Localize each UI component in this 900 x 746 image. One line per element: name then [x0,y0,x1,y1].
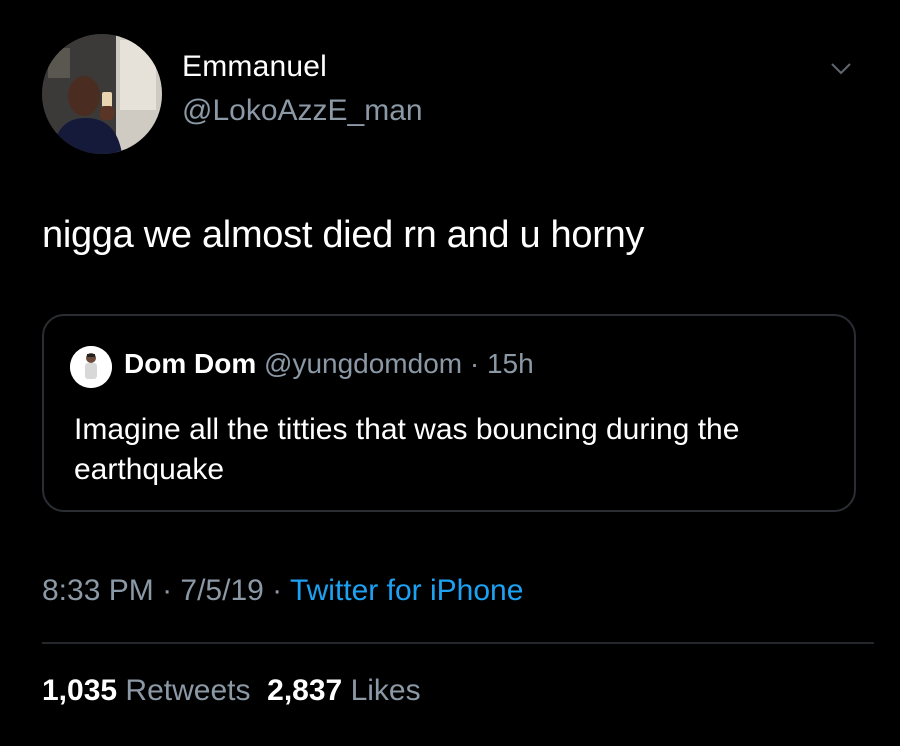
tweet-meta: 8:33 PM · 7/5/19 · Twitter for iPhone [42,574,523,608]
quoted-author-name[interactable]: Dom Dom [124,348,256,379]
quoted-tweet-card[interactable]: Dom Dom @yungdomdom · 15h Imagine all th… [42,314,856,512]
quoted-author-avatar[interactable] [70,346,112,388]
likes-count: 2,837 [267,674,343,707]
author-handle[interactable]: @LokoAzzE_man [182,94,423,128]
quoted-tweet-header: Dom Dom @yungdomdom · 15h [124,348,534,380]
retweets-label: Retweets [125,674,251,707]
chevron-down-icon[interactable] [826,54,856,84]
quoted-separator: · [462,348,487,379]
likes-label: Likes [350,674,421,707]
tweet-source-link[interactable]: Twitter for iPhone [290,574,523,607]
retweets-stat[interactable]: 1,035 Retweets [42,674,250,707]
tweet-stats: 1,035 Retweets 2,837 Likes [42,674,421,708]
author-display-name[interactable]: Emmanuel [182,50,327,84]
author-avatar-image [42,34,162,154]
meta-separator-1: · [153,574,181,607]
tweet-detail: Emmanuel @LokoAzzE_man nigga we almost d… [0,0,900,746]
quoted-tweet-text: Imagine all the titties that was bouncin… [74,413,740,486]
retweets-count: 1,035 [42,674,118,707]
meta-separator-2: · [263,574,290,607]
quoted-author-handle[interactable]: @yungdomdom [264,348,462,379]
tweet-text: nigga we almost died rn and u horny [42,214,645,256]
tweet-time: 8:33 PM [42,574,154,607]
tweet-date: 7/5/19 [180,574,264,607]
quoted-time-ago: 15h [486,348,534,379]
likes-stat[interactable]: 2,837 Likes [267,674,420,707]
quoted-avatar-image [70,346,112,388]
author-avatar[interactable] [42,34,162,154]
divider [42,642,874,644]
